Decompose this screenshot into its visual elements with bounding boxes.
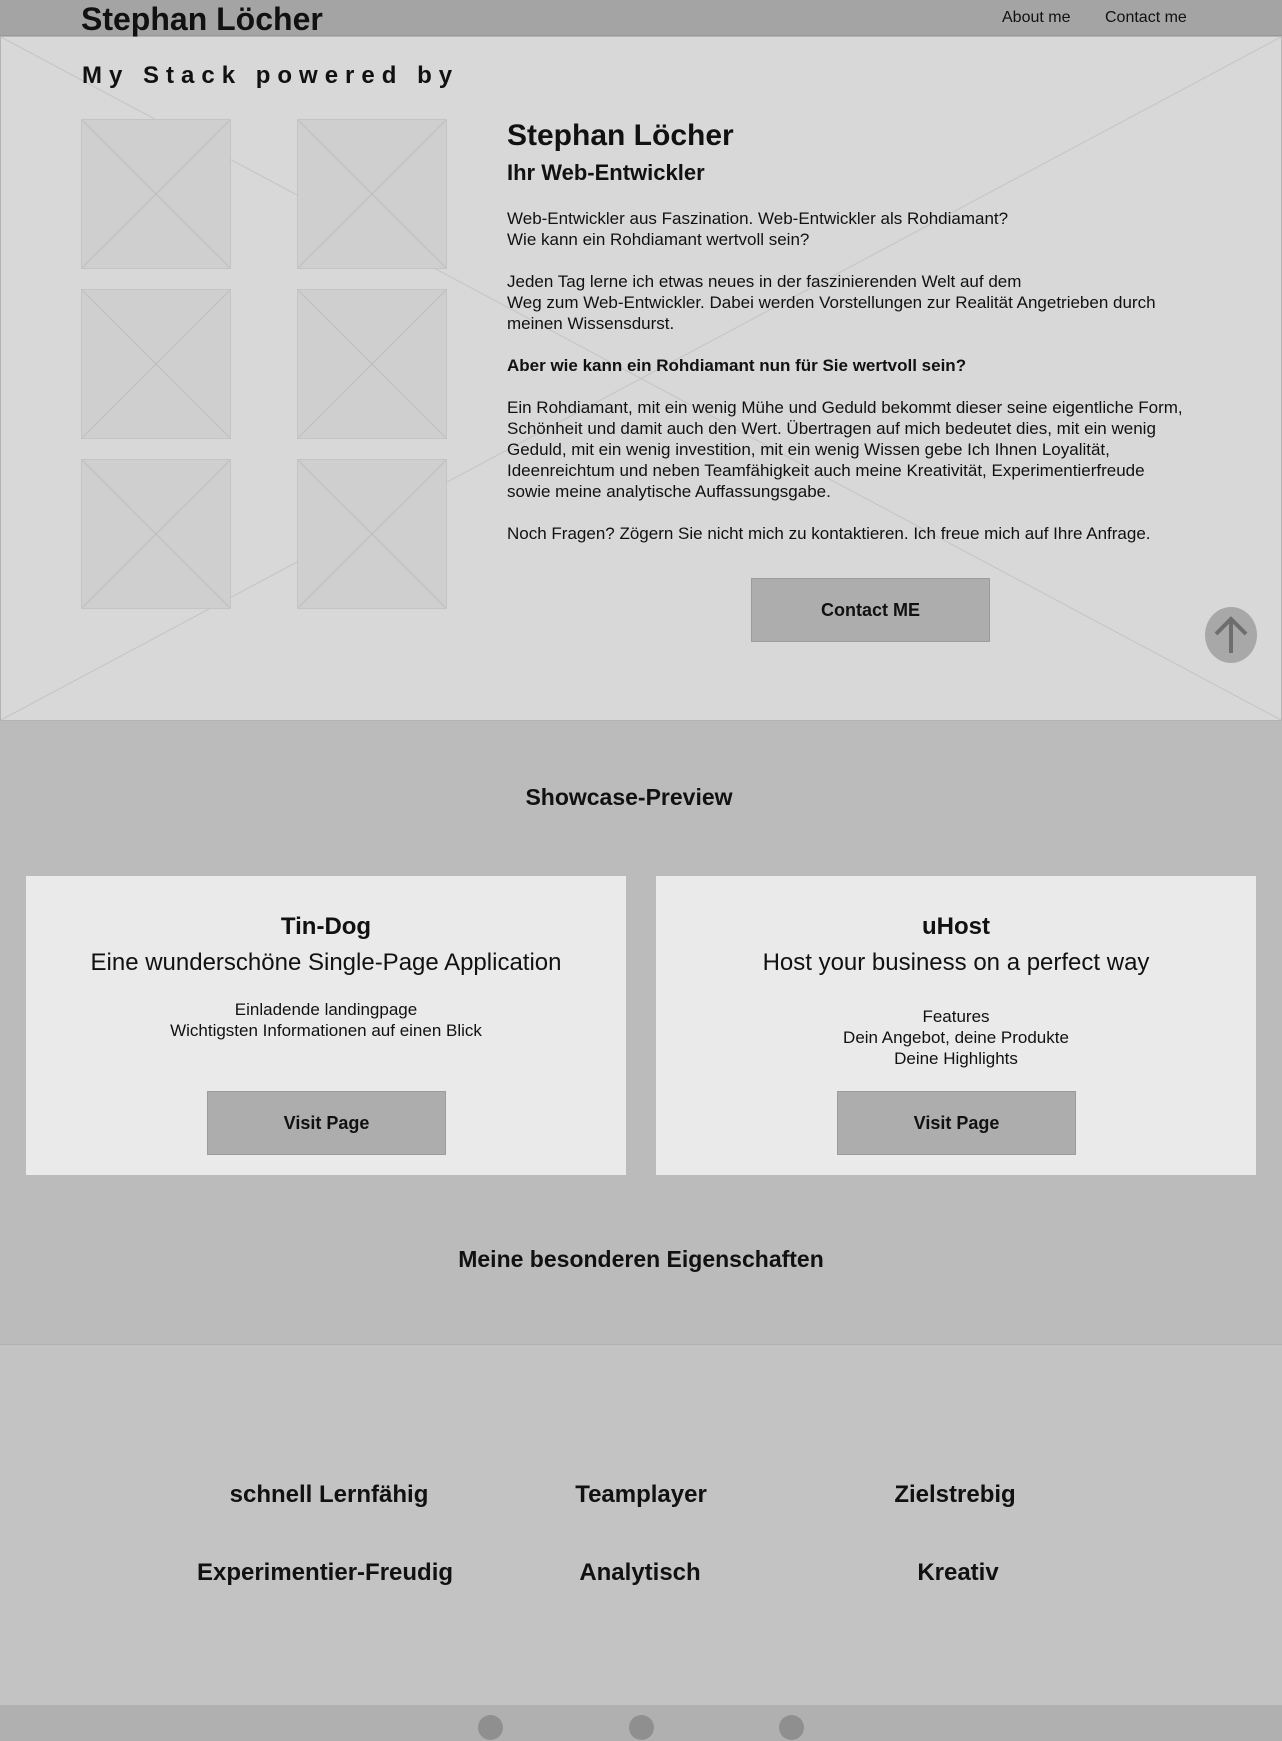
- arrow-up-icon: [1214, 616, 1248, 653]
- footer: [0, 1705, 1282, 1741]
- visit-page-button[interactable]: Visit Page: [837, 1091, 1076, 1155]
- about-question: Aber wie kann ein Rohdiamant nun für Sie…: [507, 356, 967, 375]
- stack-logo-placeholder: [81, 459, 231, 609]
- card-description: Features Dein Angebot, deine Produkte De…: [656, 1006, 1256, 1069]
- text-line: Dein Angebot, deine Produkte: [843, 1028, 1069, 1047]
- about-text-block: Stephan Löcher Ihr Web-Entwickler Web-En…: [507, 119, 1247, 544]
- text-line: Schönheit und damit auch den Wert. Übert…: [507, 419, 1156, 438]
- trait-item: schnell Lernfähig: [229, 1481, 429, 1508]
- social-link-icon[interactable]: [478, 1715, 503, 1740]
- about-paragraph: Jeden Tag lerne ich etwas neues in der f…: [507, 271, 1247, 334]
- card-subtitle: Eine wunderschöne Single-Page Applicatio…: [90, 949, 562, 976]
- stack-logo-placeholder: [81, 289, 231, 439]
- text-line: Deine Highlights: [894, 1049, 1018, 1068]
- about-name: Stephan Löcher: [507, 119, 734, 152]
- stack-logo-placeholder: [81, 119, 231, 269]
- text-line: Features: [922, 1007, 990, 1026]
- stack-logo-placeholder: [297, 289, 447, 439]
- brand-name[interactable]: Stephan Löcher: [81, 1, 323, 37]
- visit-page-button[interactable]: Visit Page: [207, 1091, 446, 1155]
- text-line: Einladende landingpage: [234, 1000, 418, 1019]
- showcase-card: uHost Host your business on a perfect wa…: [656, 876, 1256, 1175]
- trait-item: Zielstrebig: [894, 1481, 1016, 1508]
- social-link-icon[interactable]: [629, 1715, 654, 1740]
- card-subtitle: Host your business on a perfect way: [762, 949, 1150, 976]
- nav-about-me[interactable]: About me: [1002, 9, 1070, 27]
- about-closing: Noch Fragen? Zögern Sie nicht mich zu ko…: [507, 524, 1151, 543]
- card-description: Einladende landingpage Wichtigsten Infor…: [26, 999, 626, 1041]
- traits-section: schnell Lernfähig Teamplayer Zielstrebig…: [0, 1344, 1282, 1705]
- card-title: uHost: [922, 913, 990, 940]
- trait-item: Experimentier-Freudig: [196, 1559, 454, 1586]
- text-line: Wie kann ein Rohdiamant wertvoll sein?: [507, 230, 810, 249]
- top-navbar: Stephan Löcher About me Contact me: [0, 0, 1282, 37]
- about-paragraph: Ein Rohdiamant, mit ein wenig Mühe und G…: [507, 397, 1247, 502]
- card-title: Tin-Dog: [280, 913, 372, 940]
- text-line: sowie meine analytische Auffassungsgabe.: [507, 482, 831, 501]
- social-link-icon[interactable]: [779, 1715, 804, 1740]
- traits-title: Meine besonderen Eigenschaften: [458, 1246, 824, 1272]
- trait-item: Analytisch: [579, 1559, 701, 1586]
- about-paragraph: Web-Entwickler aus Faszination. Web-Entw…: [507, 208, 1247, 250]
- stack-title: My Stack powered by: [82, 62, 460, 89]
- stack-logo-placeholder: [297, 459, 447, 609]
- text-line: Wichtigsten Informationen auf einen Blic…: [170, 1021, 482, 1040]
- text-line: Jeden Tag lerne ich etwas neues in der f…: [507, 272, 1022, 291]
- showcase-title: Showcase-Preview: [525, 784, 733, 810]
- scroll-to-top-button[interactable]: [1205, 607, 1257, 663]
- text-line: Geduld, mit ein wenig investition, mit e…: [507, 440, 1110, 459]
- trait-item: Teamplayer: [575, 1481, 707, 1508]
- text-line: meinen Wissensdurst.: [507, 314, 675, 333]
- contact-me-button[interactable]: Contact ME: [751, 578, 990, 642]
- text-line: Weg zum Web-Entwickler. Dabei werden Vor…: [507, 293, 1156, 312]
- text-line: Ideenreichtum und neben Teamfähigkeit au…: [507, 461, 1145, 480]
- nav-contact-me[interactable]: Contact me: [1105, 9, 1187, 27]
- stack-logo-placeholder: [297, 119, 447, 269]
- text-line: Web-Entwickler aus Faszination. Web-Entw…: [507, 209, 1009, 228]
- showcase-card: Tin-Dog Eine wunderschöne Single-Page Ap…: [26, 876, 626, 1175]
- hero-section: My Stack powered by Stephan Löcher Ihr W…: [0, 36, 1282, 721]
- trait-item: Kreativ: [917, 1559, 999, 1586]
- about-role: Ihr Web-Entwickler: [507, 160, 705, 185]
- text-line: Ein Rohdiamant, mit ein wenig Mühe und G…: [507, 398, 1183, 417]
